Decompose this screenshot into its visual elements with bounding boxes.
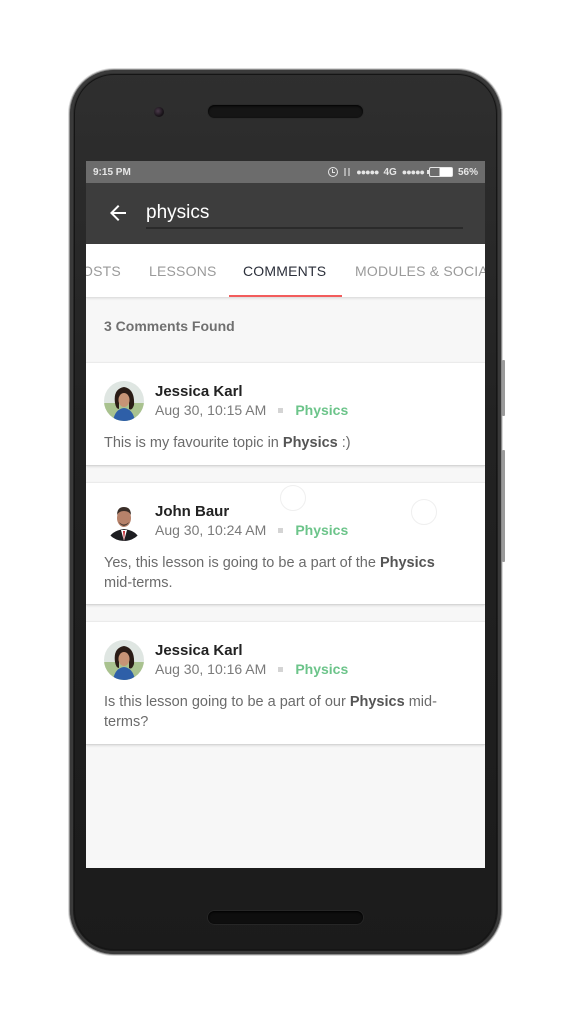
search-highlight: Physics (282, 435, 338, 451)
comment-text: Yes, this lesson is going to be a part o… (104, 553, 463, 593)
comment-text: Is this lesson going to be a part of our… (104, 692, 463, 732)
comment-author[interactable]: John Baur (155, 503, 229, 520)
earpiece-speaker (208, 105, 363, 118)
comment-timestamp: Aug 30, 10:15 AM (155, 402, 267, 418)
tab-lessons[interactable]: LESSONS (149, 244, 217, 297)
alarm-icon (328, 167, 339, 177)
comment-text-part: Is this lesson going to be a part of our (104, 694, 350, 710)
power-button[interactable] (502, 360, 505, 416)
comment-meta: Aug 30, 10:16 AM Physics (155, 661, 348, 677)
front-camera (154, 107, 164, 117)
comment-card[interactable]: John Baur Aug 30, 10:24 AM Physics Yes, … (86, 482, 485, 605)
avatar[interactable] (104, 501, 144, 541)
touch-ripple (411, 499, 437, 525)
comment-meta: Aug 30, 10:24 AM Physics (155, 522, 348, 538)
bottom-speaker (208, 911, 363, 924)
separator-dot (278, 666, 284, 672)
search-input[interactable]: physics (146, 197, 463, 229)
comment-author[interactable]: Jessica Karl (155, 642, 243, 659)
comment-card[interactable]: Jessica Karl Aug 30, 10:16 AM Physics Is… (86, 621, 485, 745)
comment-text: This is my favourite topic in Physics :) (104, 433, 463, 453)
search-app-bar: physics (86, 183, 485, 244)
volume-button[interactable] (502, 450, 505, 562)
results-count: 3 Comments Found (104, 318, 235, 334)
comment-meta: Aug 30, 10:15 AM Physics (155, 402, 348, 418)
tab-bar: OSTS LESSONS COMMENTS MODULES & SOCIA (86, 244, 485, 298)
signal-icon: ●●●●● (356, 167, 379, 177)
separator-dot (278, 407, 284, 413)
comment-topic-link[interactable]: Physics (295, 661, 348, 677)
comment-topic-link[interactable]: Physics (295, 402, 348, 418)
comment-text-part: This is my favourite topic in (104, 435, 283, 451)
comment-text-part: mid-terms. (104, 575, 173, 591)
signal-icon-secondary: ●●●●● (401, 167, 425, 177)
battery-icon (426, 167, 453, 177)
comment-card[interactable]: Jessica Karl Aug 30, 10:15 AM Physics Th… (86, 362, 485, 466)
comment-timestamp: Aug 30, 10:16 AM (155, 661, 267, 677)
separator-dot (278, 527, 284, 533)
comment-text-part: :) (337, 435, 351, 451)
search-highlight: Physics (349, 694, 405, 710)
battery-percent: 56% (457, 166, 478, 178)
comment-topic-link[interactable]: Physics (295, 522, 348, 538)
data-transfer-icon (343, 167, 351, 177)
touch-ripple (280, 485, 306, 511)
screen: 9:15 PM ●●●●● 4G ●●●●● 56% physics OSTS … (86, 161, 485, 868)
status-time: 9:15 PM (93, 166, 131, 178)
tab-modules-social[interactable]: MODULES & SOCIA (355, 244, 485, 297)
network-type: 4G (383, 166, 397, 178)
avatar[interactable] (104, 381, 144, 421)
status-icons: ●●●●● 4G ●●●●● 56% (328, 167, 478, 178)
tab-comments[interactable]: COMMENTS (243, 244, 326, 297)
search-highlight: Physics (379, 555, 435, 571)
arrow-back-icon[interactable] (106, 201, 130, 225)
avatar[interactable] (104, 640, 144, 680)
tab-posts[interactable]: OSTS (86, 244, 121, 297)
comment-timestamp: Aug 30, 10:24 AM (155, 522, 267, 538)
comment-author[interactable]: Jessica Karl (155, 383, 243, 400)
comment-text-part: Yes, this lesson is going to be a part o… (104, 555, 380, 571)
status-bar: 9:15 PM ●●●●● 4G ●●●●● 56% (86, 161, 485, 183)
